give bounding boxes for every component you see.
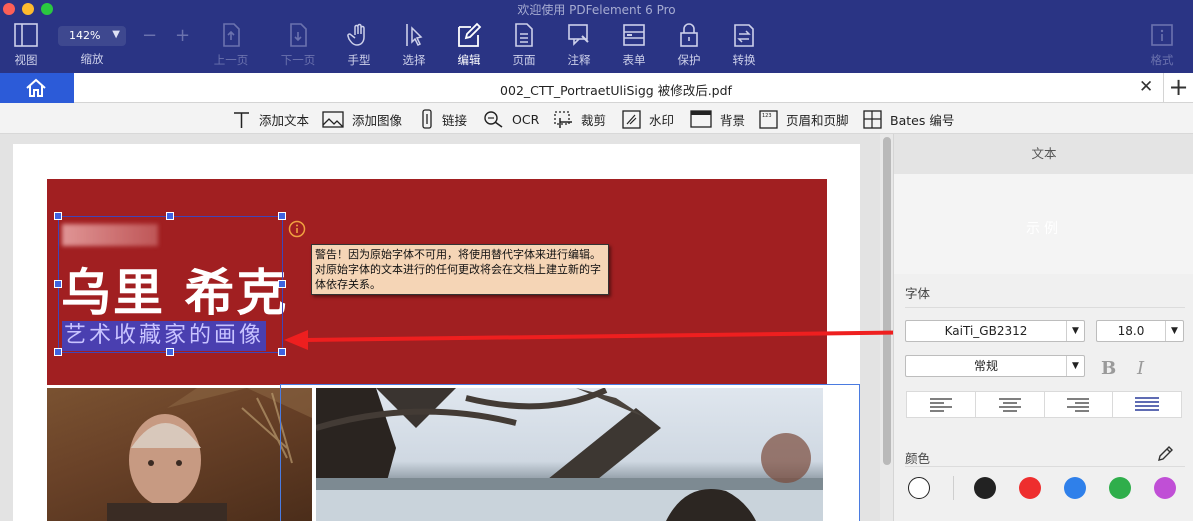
alignment-group	[906, 391, 1182, 418]
align-justify-icon	[1135, 396, 1160, 411]
font-size-value: 18.0	[1117, 324, 1145, 338]
panel-header: 文本	[894, 134, 1193, 174]
swatch-divider	[953, 476, 954, 500]
eyedropper-icon[interactable]	[1157, 446, 1173, 462]
font-style-value: 常规	[973, 359, 998, 373]
bold-button[interactable]: B	[1101, 358, 1116, 379]
italic-button[interactable]: I	[1137, 358, 1144, 379]
align-justify-button[interactable]	[1113, 392, 1181, 417]
align-center-icon	[998, 397, 1021, 412]
font-name-select[interactable]: KaiTi_GB2312 ▼	[905, 320, 1085, 342]
color-swatch-white[interactable]	[908, 477, 930, 499]
font-style-select[interactable]: 常规 ▼	[905, 355, 1085, 377]
align-center-button[interactable]	[976, 392, 1045, 417]
align-left-icon	[929, 397, 952, 412]
color-swatch-red[interactable]	[1019, 477, 1041, 499]
color-section-label: 颜色	[905, 451, 931, 466]
pdfelement-window: 欢迎使用 PDFelement 6 Pro 视图 142% ▼ 缩放 − + 上…	[0, 0, 1193, 521]
font-preview: 示例	[894, 174, 1193, 274]
color-swatch-purple[interactable]	[1154, 477, 1176, 499]
chevron-down-icon: ▼	[1066, 321, 1084, 341]
section-divider	[905, 466, 1185, 467]
align-right-button[interactable]	[1045, 392, 1114, 417]
align-left-button[interactable]	[907, 392, 976, 417]
color-swatch-blue[interactable]	[1064, 477, 1086, 499]
color-swatch-black[interactable]	[974, 477, 996, 499]
align-right-icon	[1067, 397, 1090, 412]
font-section-label: 字体	[905, 286, 931, 301]
section-divider	[905, 307, 1185, 308]
font-size-select[interactable]: 18.0 ▼	[1096, 320, 1184, 342]
chevron-down-icon: ▼	[1165, 321, 1183, 341]
color-swatch-green[interactable]	[1109, 477, 1131, 499]
chevron-down-icon: ▼	[1066, 356, 1084, 376]
font-name-value: KaiTi_GB2312	[944, 324, 1028, 338]
